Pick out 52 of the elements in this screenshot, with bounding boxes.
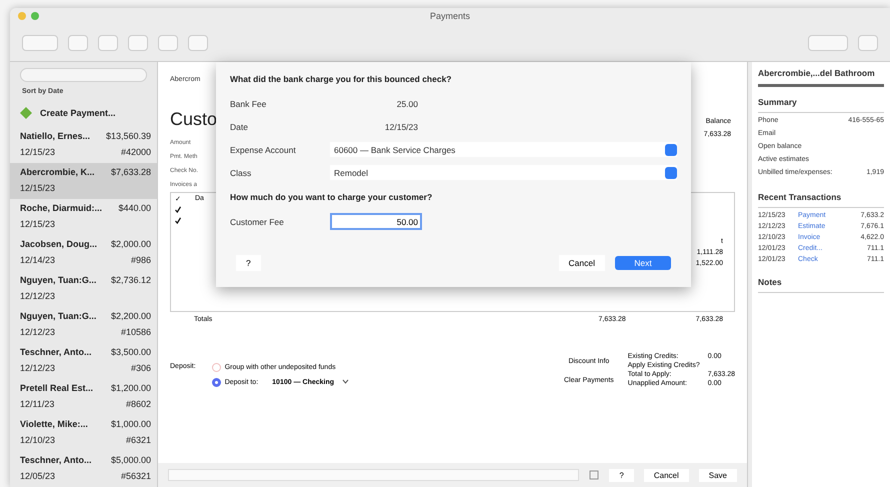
field-value: 25.00 bbox=[396, 98, 418, 108]
payment-list-item[interactable]: Teschner, Anto... $5,000.00 12/05/23 #56321 bbox=[10, 451, 157, 487]
field-label: Expense Account bbox=[230, 144, 297, 154]
payment-list-item[interactable]: Teschner, Anto... $3,500.00 12/12/23 #306 bbox=[10, 343, 157, 379]
dialog-question: What did the bank charge you for this bounced check? bbox=[230, 74, 452, 84]
section-heading: Recent Transactions bbox=[758, 192, 884, 208]
payment-list-item[interactable]: Violette, Mike:... $1,000.00 12/10/23 #6321 bbox=[10, 415, 157, 451]
help-button[interactable]: ? bbox=[609, 468, 634, 482]
payment-list-item[interactable]: Roche, Diarmuid:... $440.00 12/15/23 bbox=[10, 199, 157, 235]
next-button[interactable]: Next bbox=[615, 256, 671, 270]
payment-list-item[interactable]: Pretell Real Est... $1,200.00 12/11/23 #8602 bbox=[10, 379, 157, 415]
customer-name: Abercrombie,...del Bathroom bbox=[758, 68, 884, 87]
page-heading: Custo bbox=[170, 109, 218, 130]
toolbar-button[interactable] bbox=[808, 34, 848, 50]
select-field[interactable]: 60600 — Bank Service Charges bbox=[330, 142, 677, 157]
payment-list-item[interactable]: Nguyen, Tuan:G... $2,736.12 12/12/23 bbox=[10, 271, 157, 307]
field-label: Date bbox=[230, 122, 249, 132]
create-payment-button[interactable]: Create Payment... bbox=[10, 99, 157, 127]
chevron-down-icon bbox=[342, 379, 350, 384]
cancel-button[interactable]: Cancel bbox=[558, 255, 605, 271]
dialog-question: How much do you want to charge your customer? bbox=[230, 192, 434, 202]
zoom-button[interactable] bbox=[31, 12, 39, 20]
cancel-button[interactable]: Cancel bbox=[644, 468, 689, 482]
minimize-button[interactable] bbox=[18, 12, 26, 20]
radio-button[interactable] bbox=[212, 378, 221, 387]
help-button[interactable]: ? bbox=[236, 255, 261, 271]
field-label: Customer Fee bbox=[230, 216, 285, 226]
window-title: Payments bbox=[430, 11, 470, 21]
customer-fee-field[interactable]: 50.00 bbox=[330, 213, 422, 230]
toolbar-button[interactable] bbox=[128, 34, 148, 50]
section-heading: Summary bbox=[758, 97, 884, 113]
toolbar-button[interactable] bbox=[158, 34, 178, 50]
attachment-icon bbox=[589, 470, 600, 480]
field-label: Class bbox=[230, 168, 252, 178]
toolbar-button[interactable] bbox=[858, 34, 878, 50]
toolbar-button[interactable] bbox=[188, 34, 208, 50]
section-heading: Notes bbox=[758, 277, 884, 293]
field-value: 12/15/23 bbox=[384, 122, 418, 132]
toolbar-button[interactable] bbox=[68, 34, 88, 50]
radio-button[interactable] bbox=[212, 363, 221, 372]
payment-list-item[interactable]: Nguyen, Tuan:G... $2,200.00 12/12/23 #10586 bbox=[10, 307, 157, 343]
toolbar-button[interactable] bbox=[22, 34, 58, 50]
save-button[interactable]: Save bbox=[698, 468, 737, 482]
memo-field[interactable] bbox=[168, 469, 580, 481]
plus-diamond-icon bbox=[20, 107, 32, 119]
field-label: Bank Fee bbox=[230, 98, 268, 108]
select-field[interactable]: Remodel bbox=[330, 165, 677, 180]
payment-list-item[interactable]: Natiello, Ernes... $13,560.39 12/15/23 #42000 bbox=[10, 127, 157, 163]
payment-list-item[interactable]: Abercrombie, K... $7,633.28 12/15/23 bbox=[10, 163, 157, 199]
payment-list-item[interactable]: Jacobsen, Doug... $2,000.00 12/14/23 #986 bbox=[10, 235, 157, 271]
toolbar-button[interactable] bbox=[98, 34, 118, 50]
search-field[interactable] bbox=[20, 68, 147, 82]
